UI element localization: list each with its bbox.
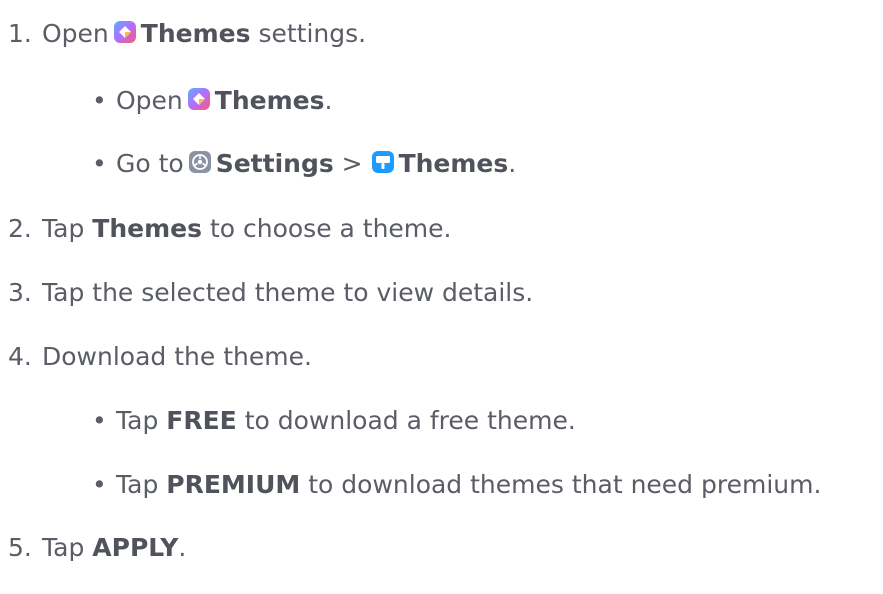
step-4-sub-2: • Tap PREMIUM to download themes that ne…	[0, 469, 821, 501]
step-number: 4.	[8, 342, 32, 371]
step-2: 2. Tap Themes to choose a theme.	[0, 213, 452, 245]
step-text: Tap	[116, 406, 159, 435]
bullet: •	[92, 470, 107, 499]
step-text: Tap	[42, 533, 85, 562]
step-number: 2.	[8, 214, 32, 243]
bold-term: Themes	[92, 214, 202, 243]
step-text: .	[178, 533, 187, 562]
step-text: Tap	[42, 214, 85, 243]
themes-app-icon	[113, 20, 137, 44]
bold-term: FREE	[166, 406, 237, 435]
step-4-sub-1: • Tap FREE to download a free theme.	[0, 405, 576, 437]
step-text: Open	[116, 86, 183, 115]
bold-term: APPLY	[92, 533, 179, 562]
step-text: Download the theme.	[42, 342, 312, 371]
step-text: settings.	[258, 19, 367, 48]
bold-term: PREMIUM	[166, 470, 301, 499]
step-text: .	[324, 86, 333, 115]
step-text: Tap	[116, 470, 159, 499]
separator: >	[333, 149, 371, 178]
themes-app-icon	[187, 87, 211, 111]
step-1-sub-2: • Go to Settings > Themes.	[0, 148, 516, 180]
step-number: 1.	[8, 19, 32, 48]
step-text: .	[508, 149, 517, 178]
step-5: 5. Tap APPLY.	[0, 532, 186, 564]
bullet: •	[92, 149, 107, 178]
bold-term: Themes	[398, 149, 509, 178]
step-text: Tap the selected theme to view details.	[42, 278, 534, 307]
step-1: 1. Open Themes settings.	[0, 18, 366, 50]
step-1-sub-1: • Open Themes.	[0, 85, 332, 117]
instructions-document: 1. Open Themes settings. • Open Themes .…	[0, 0, 883, 594]
themes-settings-icon	[371, 150, 395, 174]
step-text: to choose a theme.	[209, 214, 452, 243]
step-text: Go to	[116, 149, 184, 178]
bold-term: Themes	[214, 86, 325, 115]
bold-term: Settings	[215, 149, 334, 178]
step-3: 3. Tap the selected theme to view detail…	[0, 277, 533, 309]
bold-term: Themes	[140, 19, 251, 48]
step-number: 5.	[8, 533, 32, 562]
step-text: Open	[42, 19, 109, 48]
step-text: to download a free theme.	[244, 406, 576, 435]
settings-icon	[188, 150, 212, 174]
bullet: •	[92, 406, 107, 435]
step-number: 3.	[8, 278, 32, 307]
step-text: to download themes that need premium.	[308, 470, 822, 499]
step-4: 4. Download the theme.	[0, 341, 312, 373]
bullet: •	[92, 86, 107, 115]
